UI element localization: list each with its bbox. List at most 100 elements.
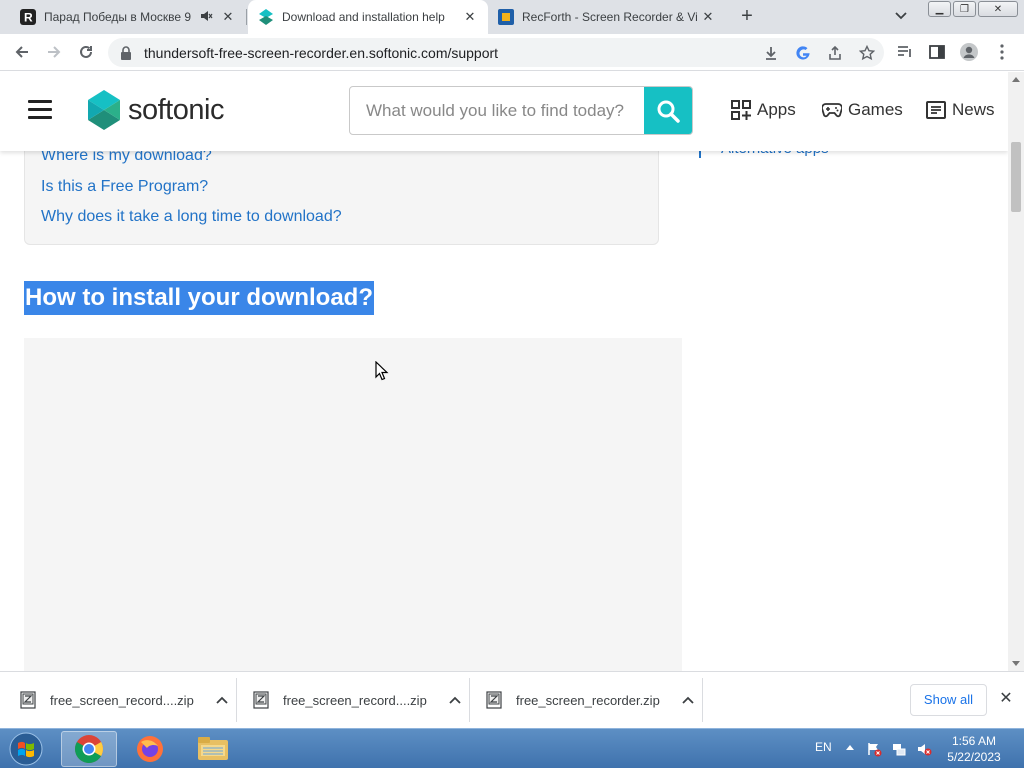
zip-file-icon	[253, 691, 269, 709]
faq-link-free-program[interactable]: Is this a Free Program?	[41, 178, 208, 196]
zip-file-icon	[20, 691, 36, 709]
download-filename: free_screen_recorder.zip	[516, 692, 660, 708]
share-icon[interactable]	[826, 44, 844, 62]
svg-text:R: R	[24, 11, 33, 25]
chevron-up-icon[interactable]	[449, 696, 461, 704]
google-translate-icon[interactable]	[794, 44, 812, 62]
tab-recforth[interactable]: RecForth - Screen Recorder & Vi ✕	[488, 0, 726, 34]
forward-button[interactable]	[43, 41, 65, 63]
download-filename: free_screen_record....zip	[50, 692, 194, 708]
new-tab-button[interactable]: +	[735, 5, 759, 29]
search-button[interactable]	[644, 87, 692, 134]
taskbar-firefox[interactable]	[122, 731, 178, 767]
download-item[interactable]: free_screen_record....zip	[20, 672, 228, 728]
system-clock[interactable]: 1:56 AM 5/22/2023	[942, 733, 1006, 765]
download-divider	[702, 678, 703, 722]
download-icon[interactable]	[762, 44, 780, 62]
download-item[interactable]: free_screen_recorder.zip	[486, 672, 694, 728]
tab-title: Download and installation help	[282, 10, 445, 24]
action-center-flag-icon[interactable]	[866, 741, 882, 757]
language-indicator[interactable]: EN	[815, 740, 832, 754]
nav-games[interactable]: Games	[822, 100, 903, 120]
address-bar[interactable]: thundersoft-free-screen-recorder.en.soft…	[108, 38, 884, 67]
page-viewport: Where is my download? Is this a Free Pro…	[0, 72, 1008, 671]
download-item[interactable]: free_screen_record....zip	[253, 672, 461, 728]
softonic-favicon-icon	[258, 9, 274, 25]
download-filename: free_screen_record....zip	[283, 692, 427, 708]
ad-placeholder	[24, 338, 682, 671]
close-window-button[interactable]: ✕	[978, 1, 1018, 17]
more-menu-icon[interactable]	[992, 42, 1012, 62]
bookmark-star-icon[interactable]	[858, 44, 876, 62]
minimize-button[interactable]: ▁	[928, 1, 951, 17]
profile-avatar-icon[interactable]	[959, 42, 979, 62]
browser-toolbar: thundersoft-free-screen-recorder.en.soft…	[0, 34, 1024, 71]
download-divider	[469, 678, 470, 722]
tab-strip: R Парад Победы в Москве 9 ✕ Download and…	[0, 0, 1024, 34]
speaker-mute-icon[interactable]	[198, 9, 214, 25]
tab-download-help[interactable]: Download and installation help ✕	[248, 0, 488, 34]
search-icon	[657, 100, 680, 123]
logo-text: softonic	[128, 93, 224, 126]
zip-file-icon	[486, 691, 502, 709]
faq-link-long-time[interactable]: Why does it take a long time to download…	[41, 208, 342, 226]
softonic-logo[interactable]: softonic	[88, 90, 224, 130]
reading-list-icon[interactable]	[895, 42, 915, 62]
taskbar-chrome[interactable]	[61, 731, 117, 767]
section-heading-install: How to install your download?	[24, 281, 374, 315]
window-controls: ▁ ❐ ✕	[926, 1, 1018, 17]
folder-icon	[198, 737, 228, 760]
reload-button[interactable]	[75, 41, 97, 63]
clock-time: 1:56 AM	[951, 734, 997, 748]
close-download-bar-icon[interactable]: ✕	[997, 690, 1015, 708]
network-icon[interactable]	[891, 741, 907, 757]
nav-apps[interactable]: Apps	[731, 100, 796, 120]
tab-parad[interactable]: R Парад Победы в Москве 9 ✕	[10, 0, 246, 34]
back-button[interactable]	[11, 41, 33, 63]
hamburger-menu-icon[interactable]	[28, 100, 52, 120]
tab-title: Парад Победы в Москве 9	[44, 10, 192, 24]
clock-date: 5/22/2023	[947, 750, 1001, 764]
taskbar-explorer[interactable]	[185, 731, 241, 767]
scroll-up-arrow-icon[interactable]	[1012, 77, 1020, 82]
nav-news-label: News	[952, 100, 995, 119]
chevron-up-icon[interactable]	[682, 696, 694, 704]
gamepad-icon	[822, 103, 842, 118]
tab-title: RecForth - Screen Recorder & Vi	[522, 10, 698, 24]
volume-muted-icon[interactable]	[916, 741, 932, 757]
chevron-up-icon[interactable]	[216, 696, 228, 704]
close-tab-icon[interactable]: ✕	[220, 9, 236, 25]
restore-button[interactable]: ❐	[953, 1, 976, 17]
download-divider	[236, 678, 237, 722]
url-text: thundersoft-free-screen-recorder.en.soft…	[144, 44, 499, 61]
apps-grid-icon	[731, 100, 751, 120]
firefox-icon	[137, 736, 163, 762]
nav-apps-label: Apps	[757, 100, 796, 119]
news-icon	[926, 101, 946, 119]
nav-games-label: Games	[848, 100, 903, 119]
search-input[interactable]	[350, 87, 645, 134]
nav-news[interactable]: News	[926, 100, 995, 120]
scroll-down-arrow-icon[interactable]	[1012, 661, 1020, 666]
side-panel-icon[interactable]	[927, 42, 947, 62]
chrome-icon	[75, 735, 103, 763]
site-header: softonic Apps Games News	[0, 72, 1008, 151]
recforth-r-icon: R	[20, 9, 36, 25]
close-tab-icon[interactable]: ✕	[462, 9, 478, 25]
windows-taskbar: EN 1:56 AM 5/22/2023	[0, 728, 1024, 768]
mouse-cursor-icon	[375, 361, 389, 381]
tab-divider	[246, 9, 247, 25]
page-scrollbar[interactable]	[1008, 72, 1024, 671]
start-button[interactable]	[6, 731, 46, 767]
windows-start-orb-icon	[9, 732, 43, 766]
show-hidden-icons-arrow-icon[interactable]	[846, 745, 854, 750]
show-all-button[interactable]: Show all	[910, 684, 987, 716]
tab-search-chevron-icon[interactable]	[894, 8, 914, 26]
download-bar: free_screen_record....zip free_screen_re…	[0, 671, 1024, 728]
lock-icon[interactable]	[120, 45, 134, 60]
close-tab-icon[interactable]: ✕	[700, 9, 716, 25]
softonic-logo-mark-icon	[88, 90, 120, 130]
site-search	[349, 86, 693, 135]
scrollbar-thumb[interactable]	[1011, 142, 1021, 212]
recforth-favicon-icon	[498, 9, 514, 25]
